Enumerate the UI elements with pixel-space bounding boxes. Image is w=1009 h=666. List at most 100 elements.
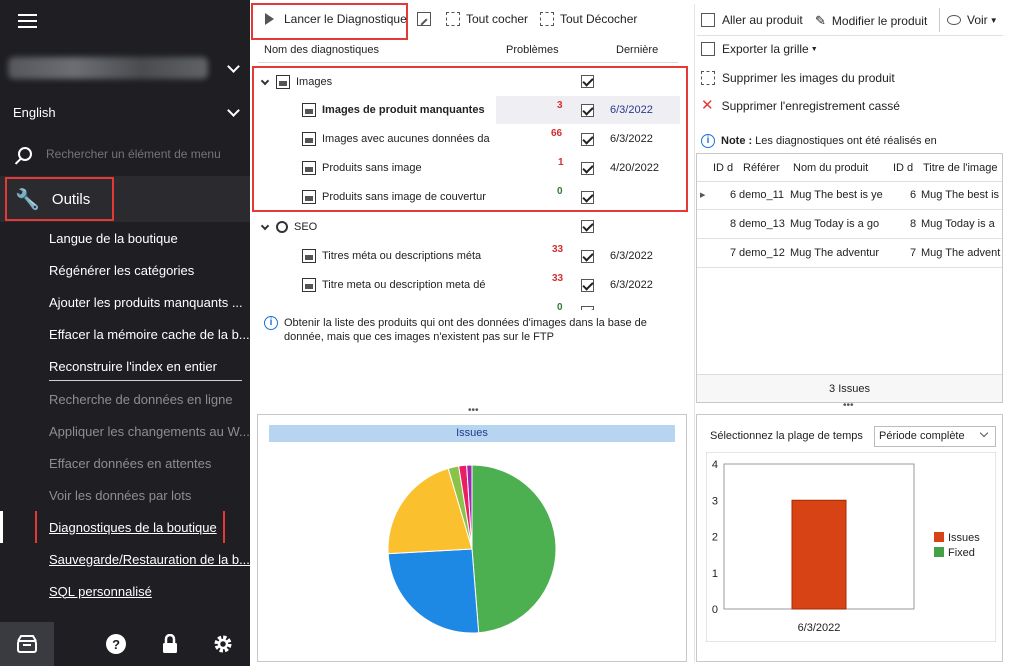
splitter-handle[interactable]: •••	[843, 400, 854, 411]
menu-search-input[interactable]	[46, 147, 226, 161]
col-header[interactable]: Référer	[743, 162, 780, 174]
export-grid-button[interactable]: Exporter la grille ▼	[701, 42, 818, 56]
table-row[interactable]: ▶ 6 demo_11 Mug The best is ye 6 Mug The…	[697, 181, 1002, 210]
table-row[interactable]: 8 demo_13 Mug Today is a go 8 Mug Today …	[697, 210, 1002, 239]
close-icon: ✕	[701, 97, 714, 114]
caret-icon: ▼	[989, 15, 998, 25]
store-selector[interactable]	[0, 42, 250, 94]
sidebar-item-voir-lots[interactable]: Voir les données par lots	[0, 479, 250, 511]
row-checkbox[interactable]	[581, 162, 594, 175]
cell: Mug Today is a go	[790, 218, 880, 230]
tree-row[interactable]: Titres méta ou descriptions méta	[302, 242, 481, 270]
chevron-down-icon	[260, 221, 270, 230]
cell: Mug The adventur	[790, 247, 880, 259]
delete-broken-button[interactable]: ✕ Supprimer l'enregistrement cassé	[701, 97, 900, 114]
lock-icon[interactable]	[143, 622, 197, 666]
group-label: Images	[296, 76, 333, 88]
row-checkbox[interactable]	[581, 279, 594, 292]
cell: Mug The best is	[921, 189, 1000, 201]
cell: demo_13	[739, 218, 785, 230]
help-icon[interactable]: ?	[89, 622, 143, 666]
toolbar-divider	[939, 8, 940, 32]
row-name: Images de produit manquantes	[322, 104, 485, 116]
sidebar-item-effacer-cache[interactable]: Effacer la mémoire cache de la b...	[0, 318, 250, 350]
tree-row[interactable]: Produits sans image de couvertur	[302, 183, 486, 211]
delete-images-button[interactable]: Supprimer les images du produit	[701, 71, 895, 85]
chevron-down-icon	[227, 59, 240, 73]
sidebar-item-diagnostiques[interactable]: Diagnostiques de la boutique	[0, 511, 250, 543]
row-checkbox[interactable]	[581, 104, 594, 117]
hamburger-menu-icon[interactable]	[18, 14, 37, 28]
col-header[interactable]: Nom du produit	[793, 162, 868, 174]
group-label: SEO	[294, 221, 318, 233]
y-tick-label: 1	[712, 568, 718, 580]
sidebar-section-outils[interactable]: 🔧 Outils	[0, 176, 250, 222]
sidebar-item-langue[interactable]: Langue de la boutique	[0, 222, 250, 254]
sidebar-item-recherche[interactable]: Recherche de données en ligne	[0, 383, 250, 415]
row-name: Titre meta ou description meta dé	[322, 279, 486, 291]
legend-swatch	[934, 532, 944, 542]
header-divider	[258, 62, 678, 63]
sidebar-item-appliquer[interactable]: Appliquer les changements au W...	[0, 415, 250, 447]
sidebar: English 🔧 Outils Langue de la boutique R…	[0, 0, 250, 666]
seo-group-checkbox[interactable]	[581, 220, 594, 233]
y-tick-label: 2	[712, 532, 718, 544]
col-header[interactable]: ID d	[713, 162, 733, 174]
tree-row[interactable]: Titre meta ou description meta dé	[302, 271, 485, 299]
images-group-checkbox[interactable]	[581, 75, 594, 88]
info-icon: i	[701, 134, 715, 148]
row-date: 6/3/2022	[610, 104, 653, 116]
tree-row[interactable]: Images avec aucunes données da	[302, 125, 490, 153]
note-label: Note :	[721, 135, 753, 147]
col-last-header[interactable]: Dernière	[616, 44, 658, 56]
sidebar-item-regenerer[interactable]: Régénérer les catégories	[0, 254, 250, 286]
store-icon[interactable]	[0, 622, 54, 666]
chevron-down-icon	[979, 428, 989, 438]
row-checkbox[interactable]	[581, 133, 594, 146]
pie-slice-0	[471, 464, 557, 634]
goto-product-button[interactable]: Aller au produit	[701, 13, 803, 27]
wrench-icon: 🔧	[15, 188, 40, 211]
language-selector[interactable]: English	[0, 94, 250, 130]
sidebar-item-sauvegarde[interactable]: Sauvegarde/Restauration de la b...	[0, 543, 250, 575]
row-count: 0	[557, 302, 563, 310]
col-problems-header[interactable]: Problèmes	[506, 44, 559, 56]
range-value: Période complète	[879, 430, 965, 442]
toolbar-divider	[697, 35, 1003, 36]
tree-row[interactable]: Produits sans image	[302, 154, 422, 182]
tree-group-images[interactable]: Images	[260, 68, 333, 96]
row-date: 4/20/2022	[610, 162, 659, 174]
pie-chart-panel: Issues	[257, 414, 687, 662]
meta-icon	[302, 249, 316, 263]
cover-image-icon	[302, 190, 316, 204]
sidebar-item-effacer-attentes[interactable]: Effacer données en attentes	[0, 447, 250, 479]
note-text: Les diagnostiques ont été réalisés en	[755, 135, 937, 147]
edit-product-button[interactable]: ✎ Modifier le produit	[815, 13, 927, 29]
note: i Note : Les diagnostiques ont été réali…	[701, 134, 937, 148]
range-select[interactable]: Période complète	[874, 426, 996, 447]
col-header[interactable]: Titre de l'image	[923, 162, 997, 174]
row-checkbox[interactable]	[581, 250, 594, 263]
sidebar-item-sql[interactable]: SQL personnalisé	[0, 575, 250, 607]
info-text: Obtenir la liste des produits qui ont de…	[284, 317, 647, 343]
gear-icon[interactable]	[196, 622, 250, 666]
cell: demo_12	[739, 247, 785, 259]
check-all-button[interactable]: Tout cocher	[446, 12, 528, 26]
row-name: Images avec aucunes données da	[322, 133, 490, 145]
image-icon[interactable]	[417, 12, 431, 26]
uncheck-all-button[interactable]: Tout Décocher	[540, 12, 637, 26]
sidebar-item-ajouter[interactable]: Ajouter les produits manquants ...	[0, 286, 250, 318]
cell: 7	[730, 247, 737, 259]
view-dropdown[interactable]: Voir ▼	[947, 13, 998, 27]
tree-group-seo[interactable]: SEO	[260, 213, 318, 241]
uncheck-all-label: Tout Décocher	[560, 12, 638, 26]
sidebar-item-reconstruire[interactable]: Reconstruire l'index en entier	[0, 350, 250, 382]
run-diagnostic-button[interactable]: Lancer le Diagnostique	[265, 12, 407, 26]
check-all-icon	[446, 12, 460, 26]
table-row[interactable]: 7 demo_12 Mug The adventur 7 Mug The adv…	[697, 239, 1002, 268]
row-checkbox[interactable]	[581, 191, 594, 204]
caret-icon: ▼	[810, 45, 818, 53]
tree-row[interactable]: Images de produit manquantes	[302, 96, 485, 124]
col-header[interactable]: ID d	[893, 162, 913, 174]
col-name-header[interactable]: Nom des diagnostiques	[264, 44, 379, 56]
